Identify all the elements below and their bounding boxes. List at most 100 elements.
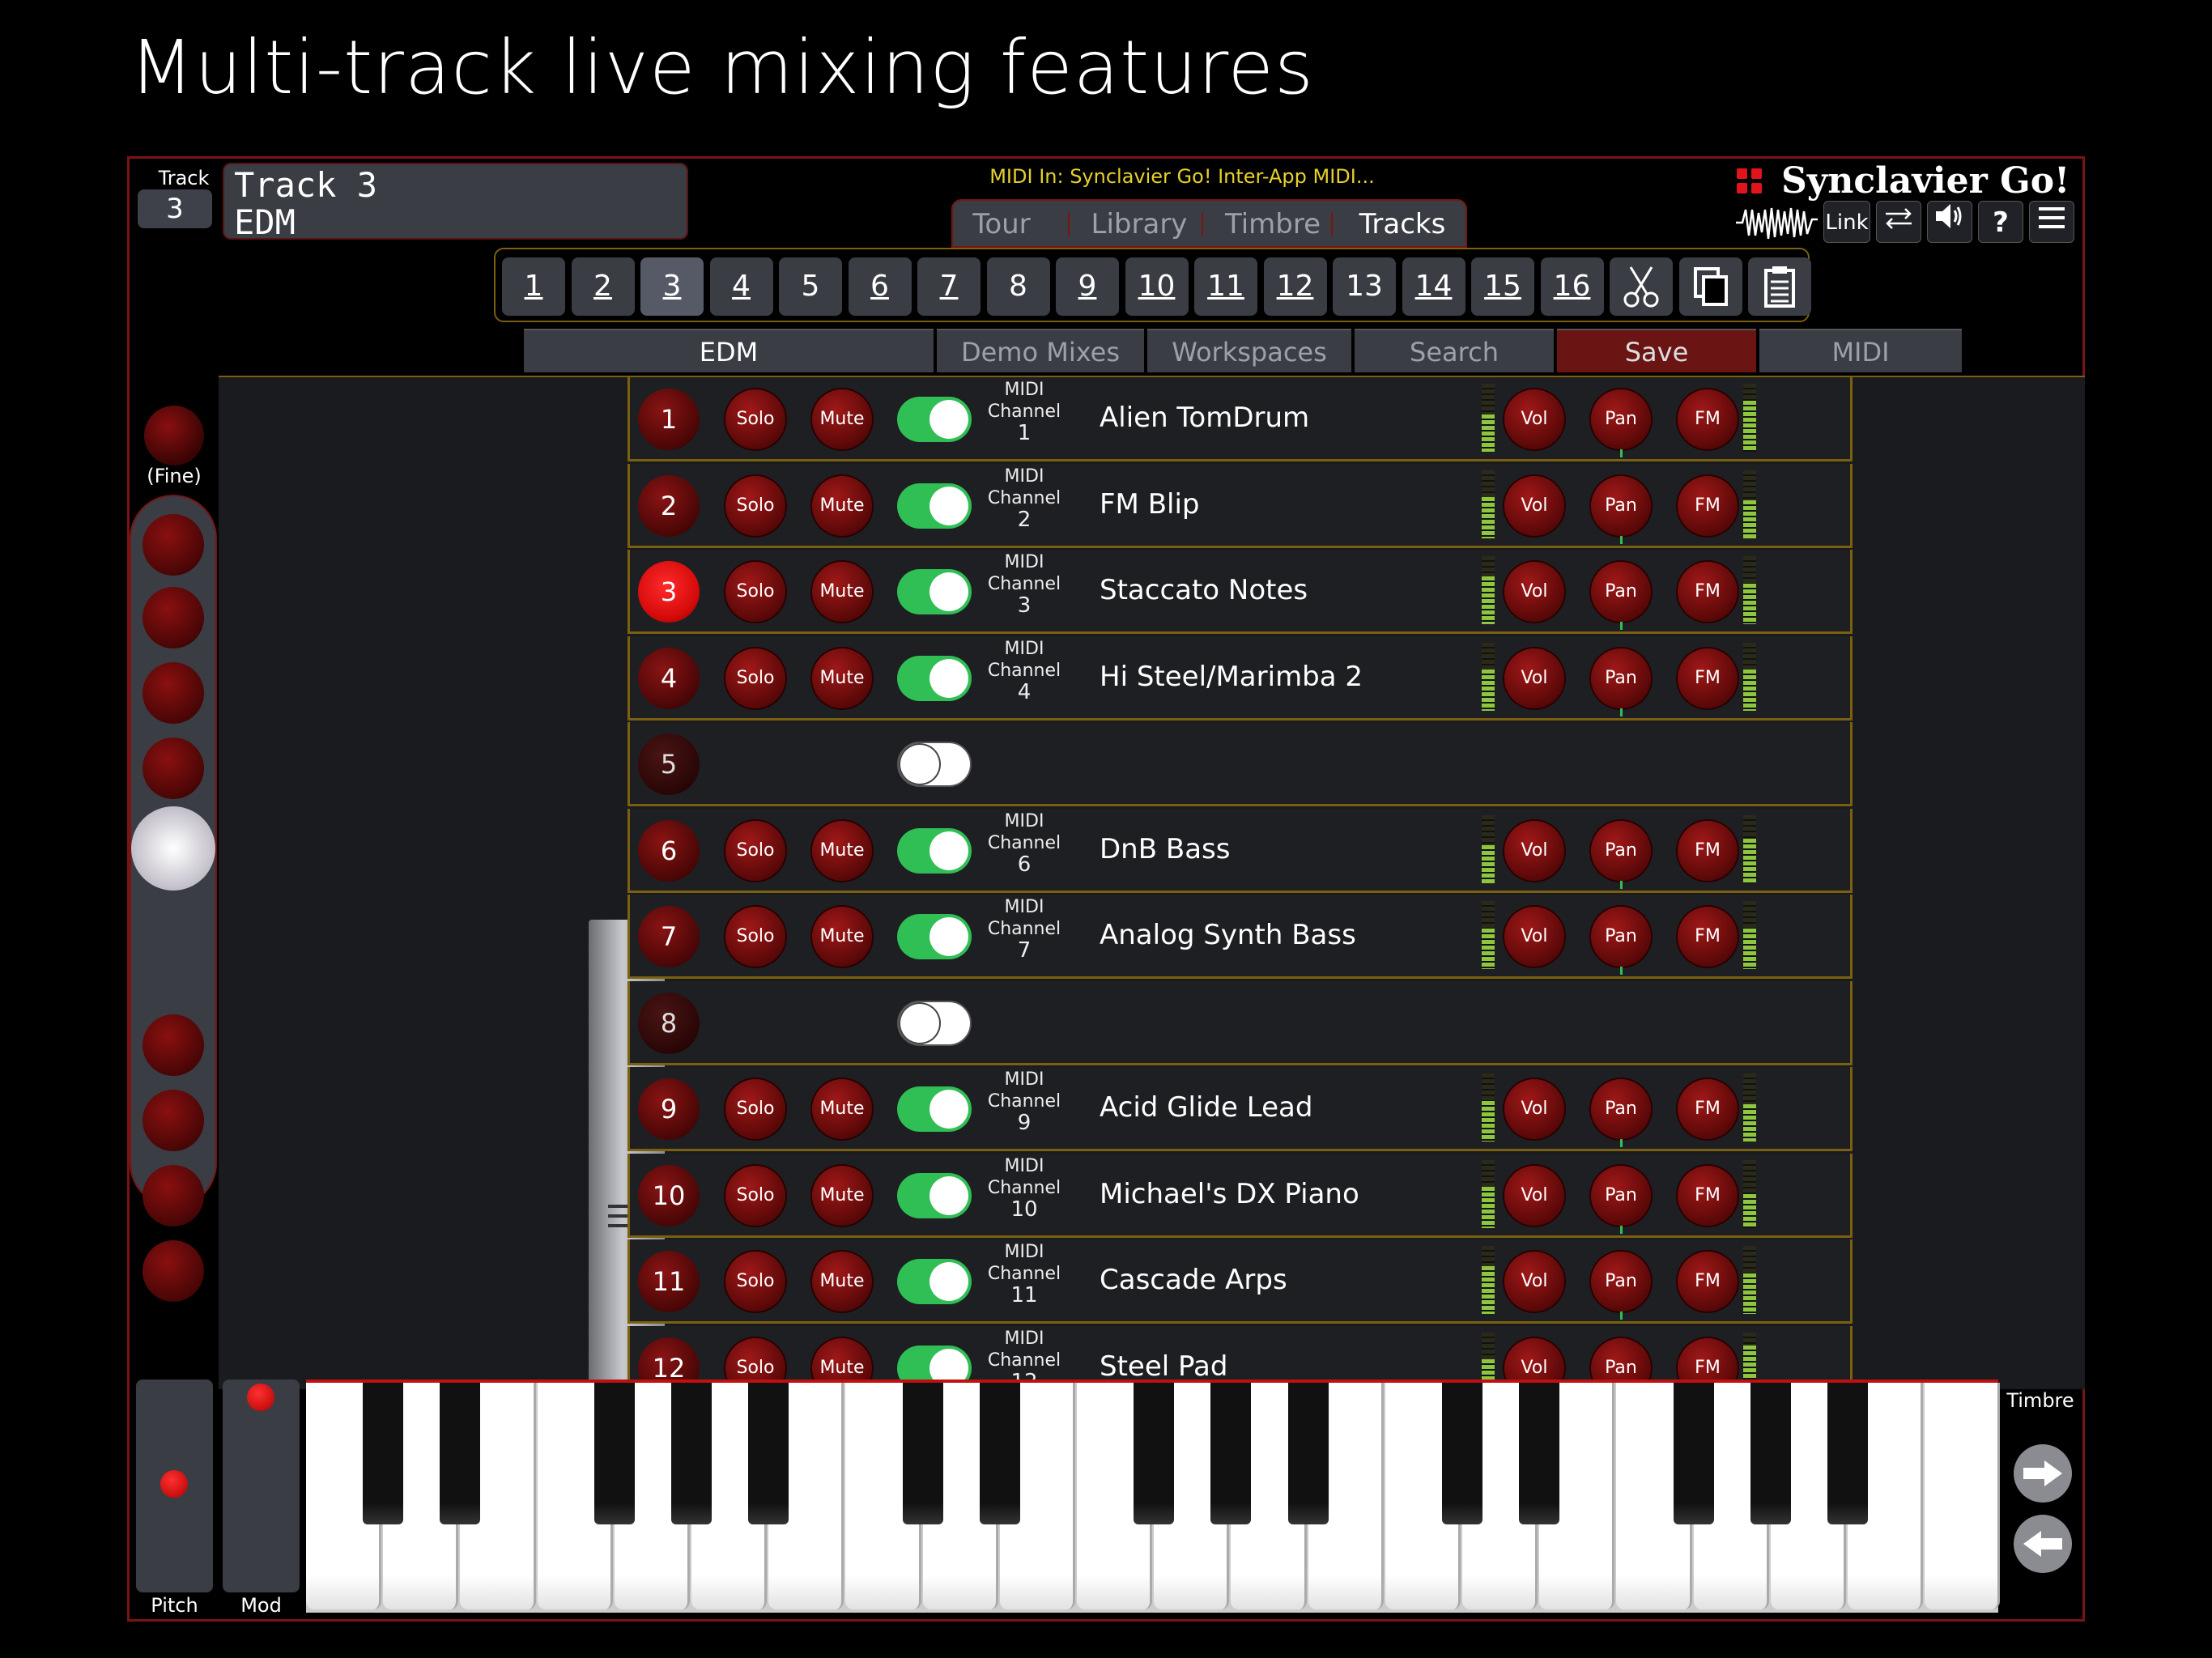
strip-knob-4[interactable] [143, 738, 204, 799]
track-button-2[interactable]: 2 [571, 257, 635, 316]
track-enable-toggle[interactable] [897, 1086, 972, 1132]
sub-tab-search[interactable]: Search [1355, 329, 1554, 372]
strip-knob-3[interactable] [143, 662, 204, 724]
track-button-13[interactable]: 13 [1333, 257, 1396, 316]
link-button[interactable]: Link [1823, 201, 1870, 243]
piano-black-key[interactable] [1827, 1383, 1868, 1524]
pan-knob[interactable]: Pan [1591, 1252, 1651, 1312]
track-enable-toggle[interactable] [897, 1172, 972, 1218]
nav-tab-tracks[interactable]: Tracks [1338, 201, 1467, 248]
pan-knob[interactable]: Pan [1591, 1165, 1651, 1226]
mute-button[interactable]: Mute [812, 1165, 872, 1226]
sub-tab-workspaces[interactable]: Workspaces [1147, 329, 1351, 372]
track-enable-toggle[interactable] [897, 483, 972, 529]
nav-tab-timbre[interactable]: Timbre [1208, 201, 1338, 248]
pan-knob[interactable]: Pan [1591, 562, 1651, 622]
mod-wheel[interactable] [223, 1380, 300, 1592]
piano-black-key[interactable] [671, 1383, 712, 1524]
track-button-7[interactable]: 7 [917, 257, 981, 316]
track-number-button[interactable]: 6 [638, 819, 700, 882]
pan-knob[interactable]: Pan [1591, 648, 1651, 708]
track-enable-toggle[interactable] [897, 397, 972, 442]
piano-black-key[interactable] [1287, 1383, 1329, 1524]
track-button-8[interactable]: 8 [986, 257, 1050, 316]
sub-tab-midi[interactable]: MIDI [1759, 329, 1962, 372]
pan-knob[interactable]: Pan [1591, 475, 1651, 536]
strip-knob-2[interactable] [143, 587, 204, 648]
fm-knob[interactable]: FM [1678, 475, 1738, 536]
sub-tab-edm[interactable]: EDM [524, 329, 934, 372]
copy-icon[interactable] [1678, 257, 1742, 316]
track-enable-toggle[interactable] [897, 569, 972, 614]
track-number-button[interactable]: 10 [638, 1164, 700, 1226]
piano-white-key[interactable] [1925, 1383, 2001, 1609]
piano-black-key[interactable] [1519, 1383, 1560, 1524]
mute-button[interactable]: Mute [812, 648, 872, 708]
strip-knob-1[interactable] [143, 514, 204, 576]
track-number-button[interactable]: 3 [638, 561, 700, 623]
track-number-button[interactable]: 1 [638, 389, 700, 450]
pan-knob[interactable]: Pan [1591, 1079, 1651, 1139]
strip-knob-8[interactable] [143, 1240, 204, 1302]
vol-knob[interactable]: Vol [1504, 562, 1564, 622]
solo-button[interactable]: Solo [725, 1252, 785, 1312]
track-enable-toggle[interactable] [897, 1259, 972, 1304]
track-button-12[interactable]: 12 [1263, 257, 1327, 316]
track-enable-toggle[interactable] [897, 827, 972, 874]
timbre-prev-arrow-icon[interactable] [2014, 1515, 2072, 1573]
piano-black-key[interactable] [1673, 1383, 1714, 1524]
piano-black-key[interactable] [1210, 1383, 1252, 1524]
solo-button[interactable]: Solo [725, 562, 785, 622]
track-timbre-name[interactable]: Cascade Arps [1100, 1264, 1287, 1296]
scissors-icon[interactable] [1610, 257, 1673, 316]
track-button-4[interactable]: 4 [709, 257, 773, 316]
track-button-1[interactable]: 1 [502, 257, 565, 316]
fm-knob[interactable]: FM [1678, 389, 1738, 449]
track-enable-toggle[interactable] [897, 655, 972, 701]
solo-button[interactable]: Solo [725, 820, 785, 881]
track-number-button[interactable]: 4 [638, 647, 700, 709]
solo-button[interactable]: Solo [725, 648, 785, 708]
fm-knob[interactable]: FM [1678, 1079, 1738, 1139]
track-button-16[interactable]: 16 [1540, 257, 1604, 316]
solo-button[interactable]: Solo [725, 1165, 785, 1226]
track-number-button[interactable]: 11 [638, 1251, 700, 1312]
piano-black-key[interactable] [1134, 1383, 1175, 1524]
speaker-icon[interactable] [1927, 201, 1972, 243]
track-button-10[interactable]: 10 [1125, 257, 1189, 316]
mute-button[interactable]: Mute [812, 1079, 872, 1139]
paste-icon[interactable] [1748, 257, 1811, 316]
mute-button[interactable]: Mute [812, 475, 872, 536]
strip-knob-6[interactable] [143, 1090, 204, 1151]
vol-knob[interactable]: Vol [1504, 1252, 1564, 1312]
vol-knob[interactable]: Vol [1504, 1165, 1564, 1226]
track-button-11[interactable]: 11 [1194, 257, 1257, 316]
vol-knob[interactable]: Vol [1504, 907, 1564, 967]
vol-knob[interactable]: Vol [1504, 475, 1564, 536]
waveform-icon[interactable] [1734, 203, 1819, 242]
timbre-next-arrow-icon[interactable] [2014, 1444, 2072, 1503]
vol-knob[interactable]: Vol [1504, 1079, 1564, 1139]
pitch-wheel[interactable] [136, 1380, 213, 1592]
piano-black-key[interactable] [440, 1383, 481, 1524]
track-enable-toggle[interactable] [897, 742, 972, 787]
midi-connect-icon[interactable] [1876, 201, 1921, 243]
track-timbre-name[interactable]: Alien TomDrum [1100, 402, 1309, 434]
track-timbre-name[interactable]: Staccato Notes [1100, 574, 1308, 606]
fine-tune-knob[interactable] [144, 406, 204, 466]
nav-tab-tour[interactable]: Tour [953, 201, 1050, 248]
mute-button[interactable]: Mute [812, 820, 872, 881]
track-enable-toggle[interactable] [897, 1000, 972, 1046]
track-button-9[interactable]: 9 [1056, 257, 1119, 316]
strip-knob-5[interactable] [143, 1014, 204, 1076]
track-number-button[interactable]: 7 [638, 906, 700, 967]
track-button-15[interactable]: 15 [1471, 257, 1534, 316]
vol-knob[interactable]: Vol [1504, 648, 1564, 708]
track-timbre-name[interactable]: Analog Synth Bass [1100, 919, 1356, 951]
nav-tab-library[interactable]: Library [1074, 201, 1204, 248]
track-button-3[interactable]: 3 [640, 257, 704, 316]
fm-knob[interactable]: FM [1678, 907, 1738, 967]
track-timbre-name[interactable]: Michael's DX Piano [1100, 1178, 1359, 1210]
strip-knob-7[interactable] [143, 1165, 204, 1226]
vol-knob[interactable]: Vol [1504, 389, 1564, 449]
